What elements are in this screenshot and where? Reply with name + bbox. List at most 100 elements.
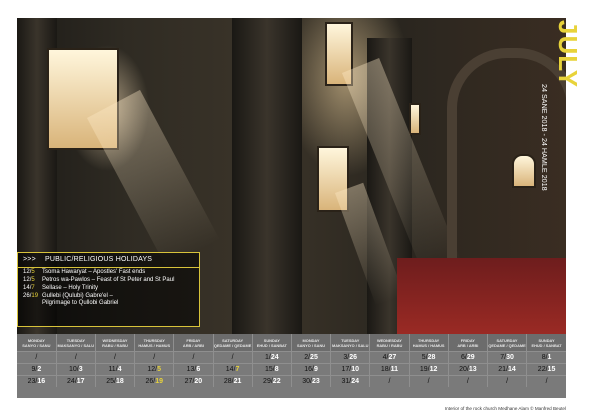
holiday-item: 12/5 Tsoma Hawaryat – Apostles' Fast ends xyxy=(18,269,199,276)
weekday-header: SATURDAY QEDAME / QEDAME xyxy=(486,334,527,352)
day-cell: / xyxy=(526,375,566,387)
day-cell: / xyxy=(94,351,135,364)
ethiopian-day: 23 xyxy=(312,378,320,385)
day-cell: / xyxy=(486,375,527,387)
weekday-am: RABU / RABU xyxy=(376,342,403,348)
holiday-item: 26/19 Gullebi (Qulubi) Gabre'el – Pilgrima… xyxy=(18,293,199,307)
gregorian-day: 22 xyxy=(537,366,546,373)
week-row: / / / / / / 1/24 2/25 3/26 4/27 5/28 6/29 7/30 8/1 xyxy=(17,351,566,364)
weekday-header: FRIDAY ARB / ARBI xyxy=(447,334,488,352)
holidays-title: PUBLIC/RELIGIOUS HOLIDAYS xyxy=(45,256,153,263)
ethiopian-day: 27 xyxy=(388,354,397,361)
day-cell: 15/8 xyxy=(251,363,292,376)
day-cell: / xyxy=(447,375,488,387)
day-cell: / xyxy=(55,351,96,364)
photo-caption: Interior of the rock church Medhane Alam… xyxy=(444,406,566,411)
weekday-am: HAMUS / HAMUS xyxy=(412,342,445,348)
ethiopian-day: 3 xyxy=(78,366,83,373)
ethiopian-day: 28 xyxy=(427,354,436,361)
day-cell: 29/22 xyxy=(251,375,292,387)
ethiopian-day: 1 xyxy=(547,354,552,361)
day-cell: 25/18 xyxy=(94,375,135,387)
day-cell: / xyxy=(173,351,214,364)
ethiopian-day: 12 xyxy=(429,366,438,373)
weekday-am: EHUD / SANBAT xyxy=(256,342,287,348)
day-cell: 20/13 xyxy=(447,363,488,376)
weekday-am: SANYO / SANU xyxy=(22,342,51,348)
holiday-text-line1: Sellase – Holy Trinity xyxy=(42,285,99,291)
gregorian-day: 28 xyxy=(223,378,232,385)
empty-day: / xyxy=(506,378,509,385)
ethiopian-day: 25 xyxy=(310,354,318,361)
gregorian-day: 25 xyxy=(106,378,115,385)
day-cell: / xyxy=(212,351,253,364)
ethiopian-day: 19 xyxy=(155,378,163,385)
ethiopian-day: 6 xyxy=(196,366,201,373)
holiday-text: Tsoma Hawaryat – Apostles' Fast ends xyxy=(42,269,145,276)
empty-day: / xyxy=(114,354,116,361)
calendar-grid: MONDAY SANYO / SANU TUESDAY MAKSANYO / SALU… xyxy=(17,334,566,398)
weekday-header: THURSDAY HAMUS / HAMUS xyxy=(408,334,449,352)
ethiopian-day: 16 xyxy=(37,378,46,385)
month-title-svg: JULY 24 SANE 2018 - 24 HAMLE 2018 xyxy=(540,20,583,191)
day-cell: 30/23 xyxy=(290,375,331,387)
holiday-text: Gullebi (Qulubi) Gabre'el – Pilgrimage to… xyxy=(42,293,118,307)
ethiopian-day: 26 xyxy=(349,354,358,361)
ethiopian-day: 30 xyxy=(506,354,514,361)
weekday-am: QEDAME / QEDAME xyxy=(488,342,526,348)
ethiopian-day: 14 xyxy=(508,366,516,373)
gregorian-day: 10 xyxy=(68,366,77,373)
month-subtitle: 24 SANE 2018 - 24 HAMLE 2018 xyxy=(540,84,549,191)
holiday-text-line1: Petros wa-Pawlos – Feast of St Peter and… xyxy=(42,277,175,283)
empty-day: / xyxy=(74,354,77,361)
holiday-eth-date: 19 xyxy=(31,293,39,299)
day-cell: 9/2 xyxy=(17,363,57,376)
gregorian-day: 18 xyxy=(380,366,389,373)
weekday-am: RABU / RABU xyxy=(102,342,128,348)
empty-day: / xyxy=(192,354,195,361)
day-cell: / xyxy=(369,375,410,387)
gregorian-day: 16 xyxy=(304,366,312,373)
gregorian-day: 30 xyxy=(302,378,311,385)
holidays-list: 12/5 Tsoma Hawaryat – Apostles' Fast ends… xyxy=(18,269,199,307)
day-cell: / xyxy=(408,375,449,387)
day-cell: 7/30 xyxy=(486,351,527,364)
holiday-greg-date: 12 xyxy=(23,277,30,283)
holiday-text-line1: Tsoma Hawaryat – Apostles' Fast ends xyxy=(42,269,146,275)
day-cell: 22/15 xyxy=(526,363,566,376)
holiday-date: 12/5 xyxy=(23,277,35,283)
weekday-header: SUNDAY EHUD / SANBAT xyxy=(251,334,292,352)
day-cell: 16/9 xyxy=(290,363,331,376)
gregorian-day: 21 xyxy=(498,366,507,373)
holiday-date: 12/5 xyxy=(23,269,35,275)
day-cell: 18/11 xyxy=(369,363,410,376)
weekday-am: SANYO / SANU xyxy=(296,342,326,348)
day-cell: 26/19 xyxy=(134,375,174,387)
gregorian-day: 19 xyxy=(419,366,428,373)
holidays-box: >>> PUBLIC/RELIGIOUS HOLIDAYS 12/5 Tsoma H… xyxy=(17,252,200,327)
weekday-am: EHUD / SANBAT xyxy=(531,342,562,348)
ethiopian-day: 5 xyxy=(157,366,162,373)
gregorian-day: 15 xyxy=(264,366,273,373)
ethiopian-day: 11 xyxy=(390,366,398,373)
holiday-text-line2: Pilgrimage to Qullobi Gabriel xyxy=(42,300,119,306)
empty-day: / xyxy=(231,354,234,361)
gregorian-day: 20 xyxy=(459,366,467,373)
holidays-header: >>> PUBLIC/RELIGIOUS HOLIDAYS xyxy=(18,253,199,268)
day-cell: 21/14 xyxy=(486,363,527,376)
weekday-header: TUESDAY MAKSANYO / SALU xyxy=(330,334,370,352)
empty-day: / xyxy=(153,354,156,361)
holiday-item: 14/7 Sellase – Holy Trinity xyxy=(18,285,199,292)
week-row: 9/2 10/3 11/4 12/5 13/6 14/7 15/8 16/9 17/10 18/1… xyxy=(17,363,566,376)
gregorian-day: 12 xyxy=(147,366,156,373)
holidays-arrows: >>> xyxy=(23,256,36,263)
ethiopian-day: 10 xyxy=(351,366,359,373)
day-cell: 31/24 xyxy=(330,375,370,387)
day-cell: 2/25 xyxy=(290,351,331,364)
weekday-am: QEDAME / QEDAME xyxy=(213,342,252,348)
weekday-header: MONDAY SANYO / SANU xyxy=(17,334,57,352)
day-cell: / xyxy=(17,351,57,364)
weekday-header: WEDNESDAY RABU / RABU xyxy=(369,334,410,352)
holiday-eth-date: 5 xyxy=(31,269,35,275)
ethiopian-day: 29 xyxy=(466,354,475,361)
